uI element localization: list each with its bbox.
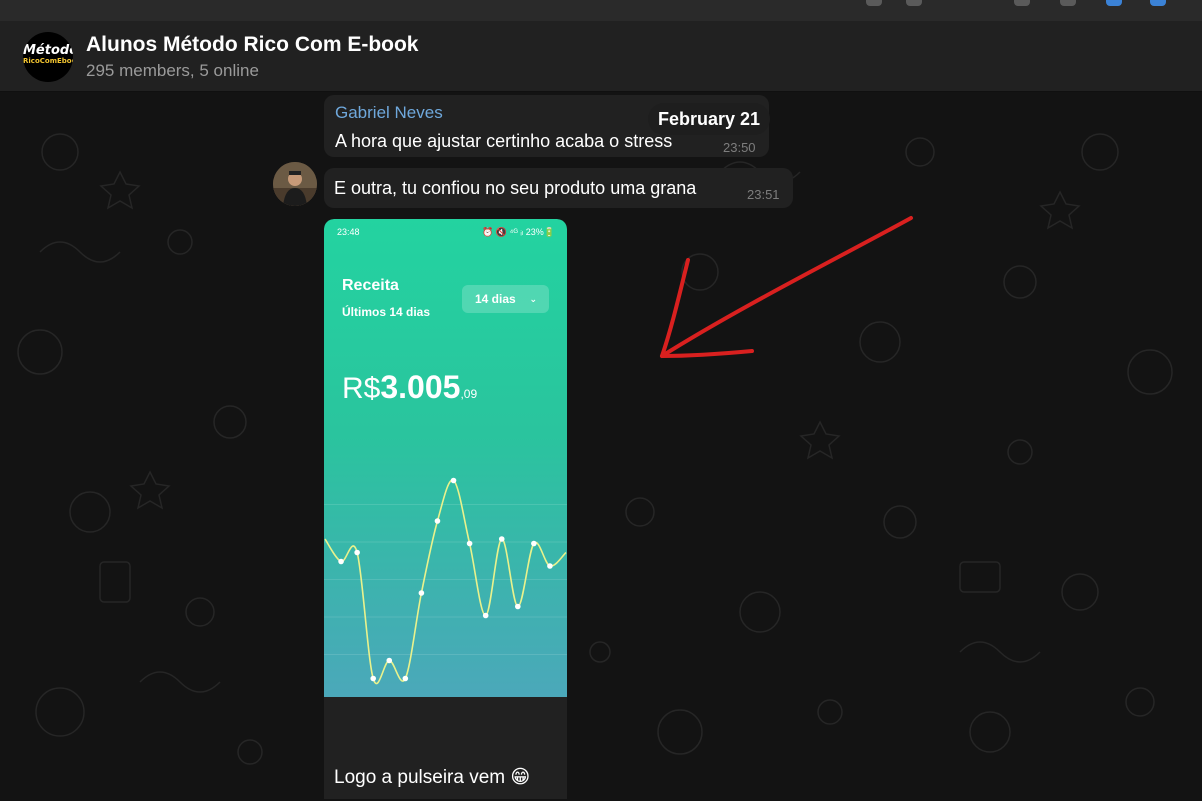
group-logo-line2: RicoComEbook (23, 57, 73, 65)
group-logo-line1: Método (23, 43, 73, 58)
toolbar-icon[interactable] (866, 0, 882, 6)
chat-area[interactable]: Gabriel Neves A hora que ajustar certinh… (0, 92, 1202, 801)
toolbar-icon[interactable] (1150, 0, 1166, 6)
window-top-strip (0, 0, 1202, 22)
toolbar-icon[interactable] (1106, 0, 1122, 6)
group-avatar[interactable]: Método RicoComEbook (23, 32, 73, 82)
chat-subtitle: 295 members, 5 online (86, 61, 259, 80)
toolbar-icon[interactable] (1014, 0, 1030, 6)
red-arrow-annotation (660, 216, 913, 358)
chat-header[interactable]: Método RicoComEbook Alunos Método Rico C… (0, 21, 1202, 92)
toolbar-icon[interactable] (906, 0, 922, 6)
toolbar-icon[interactable] (1060, 0, 1076, 6)
chat-title[interactable]: Alunos Método Rico Com E-book (86, 33, 418, 57)
